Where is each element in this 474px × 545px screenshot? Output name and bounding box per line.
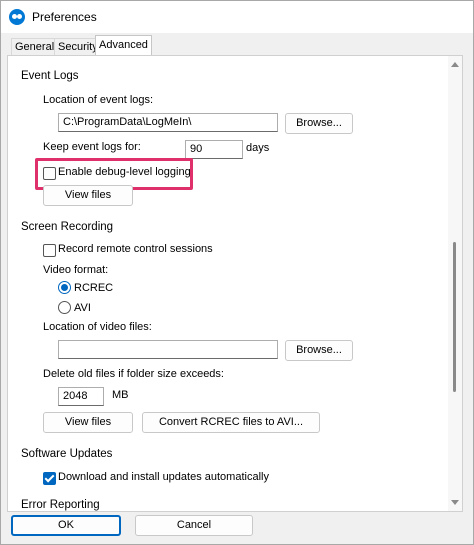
- debug-logging-checkbox[interactable]: [43, 167, 56, 180]
- video-location-input[interactable]: [58, 340, 278, 359]
- vertical-scrollbar[interactable]: [448, 56, 462, 511]
- format-avi-radio[interactable]: [58, 301, 71, 314]
- format-rcrec-radio[interactable]: [58, 281, 71, 294]
- advanced-panel: Event Logs Location of event logs: C:\Pr…: [7, 55, 463, 512]
- event-log-location-label: Location of event logs:: [43, 94, 154, 106]
- title-bar: Preferences: [1, 1, 473, 33]
- ok-button[interactable]: OK: [11, 515, 121, 536]
- folder-size-unit: MB: [112, 389, 129, 401]
- format-avi-label: AVI: [74, 302, 91, 314]
- error-reporting-heading: Error Reporting: [21, 499, 100, 511]
- auto-update-label: Download and install updates automatical…: [58, 471, 269, 483]
- video-location-label: Location of video files:: [43, 321, 152, 333]
- keep-logs-unit: days: [246, 142, 270, 154]
- preferences-window: Preferences General Security Advanced Ev…: [0, 0, 474, 545]
- scroll-down-icon[interactable]: [451, 500, 459, 505]
- software-updates-heading: Software Updates: [21, 448, 113, 460]
- logmein-app-icon: [9, 9, 25, 25]
- event-log-view-files-button[interactable]: View files: [43, 185, 133, 206]
- delete-old-files-label: Delete old files if folder size exceeds:: [43, 368, 224, 380]
- convert-to-avi-button[interactable]: Convert RCREC files to AVI...: [142, 412, 320, 433]
- scroll-up-icon[interactable]: [451, 62, 459, 67]
- format-rcrec-label: RCREC: [74, 282, 114, 294]
- event-logs-heading: Event Logs: [21, 70, 79, 82]
- window-title: Preferences: [32, 10, 97, 24]
- video-format-label: Video format:: [43, 264, 109, 276]
- screen-recording-heading: Screen Recording: [21, 221, 114, 233]
- event-log-browse-button[interactable]: Browse...: [285, 113, 353, 134]
- debug-logging-label: Enable debug-level logging: [58, 166, 191, 178]
- keep-logs-days-input[interactable]: 90: [185, 140, 243, 159]
- auto-update-checkbox[interactable]: [43, 472, 56, 485]
- recording-view-files-button[interactable]: View files: [43, 412, 133, 433]
- folder-size-input[interactable]: 2048: [58, 387, 104, 406]
- scroll-thumb[interactable]: [453, 242, 456, 392]
- tab-general[interactable]: General: [11, 38, 59, 55]
- event-log-location-input[interactable]: C:\ProgramData\LogMeIn\: [58, 113, 278, 132]
- cancel-button[interactable]: Cancel: [135, 515, 253, 536]
- record-sessions-checkbox[interactable]: [43, 244, 56, 257]
- tab-strip: General Security Advanced: [1, 33, 473, 56]
- tab-advanced[interactable]: Advanced: [95, 35, 152, 56]
- video-browse-button[interactable]: Browse...: [285, 340, 353, 361]
- keep-logs-label: Keep event logs for:: [43, 141, 141, 153]
- record-sessions-label: Record remote control sessions: [58, 243, 213, 255]
